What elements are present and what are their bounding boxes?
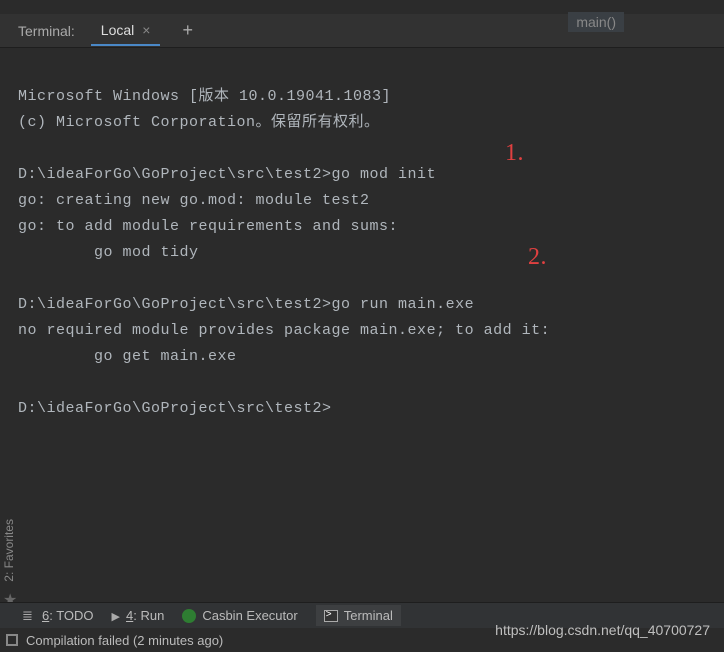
sidebar-tab-label: 2: Favorites (2, 519, 16, 582)
terminal-line: D:\ideaForGo\GoProject\src\test2>go mod … (18, 166, 436, 183)
terminal-icon (324, 610, 338, 622)
terminal-tab-local[interactable]: Local × (91, 16, 161, 46)
run-label: : Run (133, 608, 164, 623)
list-icon (22, 608, 36, 624)
watermark-text: https://blog.csdn.net/qq_40700727 (495, 622, 710, 638)
terminal-line: D:\ideaForGo\GoProject\src\test2>go run … (18, 296, 474, 313)
tool-run[interactable]: 4: Run (112, 608, 165, 623)
terminal-line: go: to add module requirements and sums: (18, 218, 398, 235)
terminal-line: D:\ideaForGo\GoProject\src\test2> (18, 400, 332, 417)
terminal-panel-title: Terminal: (18, 23, 75, 39)
new-tab-button[interactable]: + (176, 20, 199, 41)
terminal-line: go get main.exe (18, 348, 237, 365)
tool-todo[interactable]: 6: TODO (22, 608, 94, 624)
play-icon (112, 608, 120, 623)
todo-label: : TODO (49, 608, 93, 623)
annotation-1: 1. (505, 140, 524, 166)
terminal-line: go: creating new go.mod: module test2 (18, 192, 370, 209)
terminal-line: (c) Microsoft Corporation。保留所有权利。 (18, 114, 380, 131)
status-icon (6, 634, 18, 646)
status-message: Compilation failed (2 minutes ago) (26, 633, 223, 648)
terminal-line: no required module provides package main… (18, 322, 550, 339)
terminal-label: Terminal (344, 608, 393, 623)
terminal-line: go mod tidy (18, 244, 199, 261)
annotation-2: 2. (528, 244, 547, 270)
sidebar-tab-favorites[interactable]: 2: Favorites (0, 513, 18, 588)
tool-casbin-executor[interactable]: Casbin Executor (182, 608, 297, 623)
casbin-icon (182, 609, 196, 623)
terminal-tab-label: Local (101, 22, 134, 38)
code-context-label: main() (568, 12, 624, 32)
close-icon[interactable]: × (142, 23, 150, 37)
terminal-output[interactable]: Microsoft Windows [版本 10.0.19041.1083] (… (0, 48, 724, 568)
casbin-label: Casbin Executor (202, 608, 297, 623)
terminal-line: Microsoft Windows [版本 10.0.19041.1083] (18, 88, 391, 105)
tool-terminal[interactable]: Terminal (316, 605, 401, 626)
